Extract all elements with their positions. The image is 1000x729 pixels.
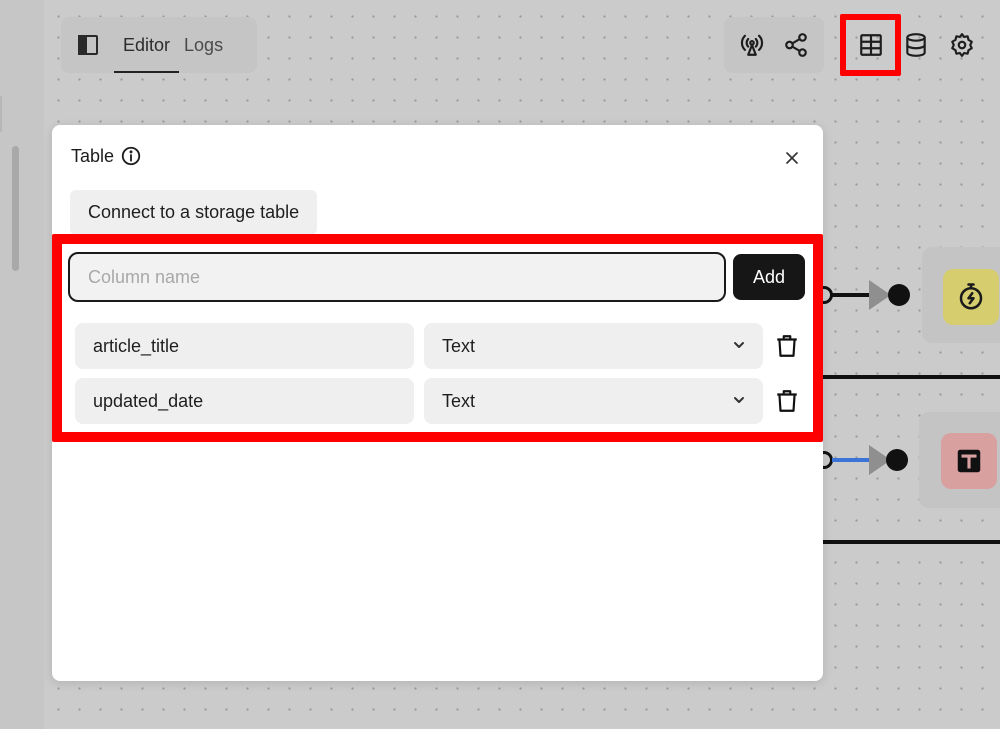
tab-logs[interactable]: Logs	[184, 17, 223, 73]
dialog-title: Table	[71, 145, 115, 166]
close-icon[interactable]	[779, 145, 805, 171]
table-dialog: Table Connect to a storage table Add art…	[52, 125, 823, 681]
column-type-value: Text	[442, 390, 476, 411]
column-row: updated_date Text	[75, 378, 805, 424]
node-divider-line	[823, 375, 1000, 379]
broadcast-icon[interactable]	[732, 25, 772, 65]
edge-line-active	[832, 458, 872, 462]
trash-icon[interactable]	[773, 332, 801, 360]
add-column-button[interactable]: Add	[733, 254, 805, 300]
settings-gear-icon[interactable]	[942, 25, 982, 65]
info-icon[interactable]	[120, 145, 142, 167]
column-type-select[interactable]: Text	[424, 378, 763, 424]
rail-divider	[0, 96, 2, 132]
node-divider-line	[823, 540, 1000, 544]
edge-target-port[interactable]	[886, 449, 908, 471]
connect-storage-table-button[interactable]: Connect to a storage table	[70, 190, 318, 235]
column-name-field[interactable]: updated_date	[75, 378, 414, 424]
canvas-actions-toolbar	[724, 17, 824, 73]
table-add-icon	[941, 433, 997, 489]
sidebar-panel-icon[interactable]	[75, 32, 101, 58]
column-name-input[interactable]	[68, 252, 726, 302]
column-row: article_title Text	[75, 323, 805, 369]
column-type-value: Text	[442, 335, 476, 356]
left-rail	[0, 0, 44, 729]
vertical-scrollbar[interactable]	[12, 146, 19, 271]
chevron-down-icon	[731, 392, 747, 408]
editor-toolbar: Editor Logs	[61, 17, 257, 73]
chevron-down-icon	[731, 337, 747, 353]
column-name-field[interactable]: article_title	[75, 323, 414, 369]
table-button-highlight	[840, 14, 901, 76]
edge-line	[832, 293, 872, 297]
database-icon[interactable]	[896, 25, 936, 65]
tab-editor[interactable]: Editor	[113, 17, 180, 73]
trash-icon[interactable]	[773, 387, 801, 415]
share-icon[interactable]	[776, 25, 816, 65]
column-type-select[interactable]: Text	[424, 323, 763, 369]
edge-target-port[interactable]	[888, 284, 910, 306]
dialog-header: Table	[71, 145, 142, 167]
stopwatch-bolt-icon	[943, 269, 999, 325]
